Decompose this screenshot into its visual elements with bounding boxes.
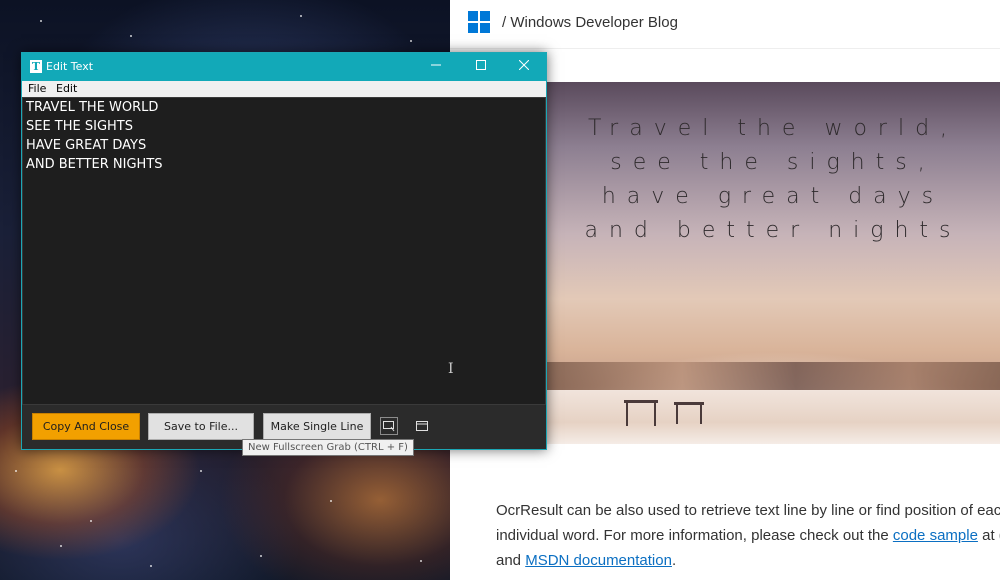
minimize-icon xyxy=(431,64,441,66)
pier xyxy=(624,400,658,403)
star xyxy=(260,555,262,557)
article-line-2: individual word. For more information, p… xyxy=(496,523,1000,548)
star xyxy=(150,565,152,567)
hero-shoreline xyxy=(546,362,1000,390)
fullscreen-grab-tooltip: New Fullscreen Grab (CTRL + F) xyxy=(242,439,414,456)
app-icon: T xyxy=(30,60,42,73)
title-bar[interactable]: T Edit Text xyxy=(22,53,546,81)
pier-post xyxy=(700,402,702,424)
pier-post xyxy=(626,400,628,426)
text-cursor-icon: I xyxy=(448,361,454,377)
star xyxy=(410,40,412,42)
window-grab-button[interactable] xyxy=(414,419,430,433)
star xyxy=(130,35,132,37)
menu-file[interactable]: File xyxy=(28,82,46,95)
hero-water xyxy=(546,390,1000,444)
window-icon xyxy=(416,421,428,431)
star xyxy=(15,470,17,472)
star xyxy=(90,520,92,522)
star xyxy=(420,560,422,562)
star xyxy=(60,545,62,547)
copy-and-close-button[interactable]: Copy And Close xyxy=(32,413,140,440)
menu-edit[interactable]: Edit xyxy=(56,82,77,95)
window-title: Edit Text xyxy=(46,60,94,73)
text-line-1: TRAVEL THE WORLD xyxy=(26,100,159,115)
screen-grab-icon xyxy=(383,421,395,432)
minimize-button[interactable] xyxy=(414,53,458,81)
msdn-documentation-link[interactable]: MSDN documentation xyxy=(525,552,672,569)
close-button[interactable] xyxy=(502,53,546,81)
article-line-1: OcrResult can be also used to retrieve t… xyxy=(496,502,1000,519)
windows-logo-icon[interactable] xyxy=(468,11,490,33)
text-line-4: AND BETTER NIGHTS xyxy=(26,157,163,172)
star xyxy=(300,15,302,17)
maximize-button[interactable] xyxy=(459,53,503,81)
article-text: . xyxy=(671,552,677,569)
maximize-icon xyxy=(476,60,486,70)
article-text: and xyxy=(496,552,526,569)
blog-title[interactable]: / Windows Developer Blog xyxy=(502,14,678,31)
site-header: / Windows Developer Blog xyxy=(450,0,1000,49)
hero-text-line-2: see the sights, xyxy=(610,150,936,175)
article-text: at ( xyxy=(982,527,1000,544)
text-line-2: SEE THE SIGHTS xyxy=(26,119,134,134)
fullscreen-grab-button[interactable] xyxy=(380,417,398,435)
edit-text-window: T Edit Text File Edit TRAVEL THE WORLD S… xyxy=(21,52,547,450)
article-paragraph: OcrResult can be also used to retrieve t… xyxy=(496,498,1000,573)
menu-bar: File Edit xyxy=(22,81,546,97)
code-sample-link[interactable]: code sample xyxy=(893,527,978,544)
hero-image: Travel the world, see the sights, have g… xyxy=(546,82,1000,444)
article-text: individual word. For more information, p… xyxy=(496,527,893,544)
hero-text-line-1: Travel the world, xyxy=(587,116,959,141)
hero-text-line-4: and better nights xyxy=(584,218,962,243)
pier-post xyxy=(654,400,656,426)
hero-text-line-3: have great days xyxy=(601,184,945,209)
text-line-3: HAVE GREAT DAYS xyxy=(26,138,147,153)
close-icon xyxy=(518,59,530,71)
pier-post xyxy=(676,402,678,424)
make-single-line-button[interactable]: Make Single Line xyxy=(263,413,371,440)
article-line-3: and MSDN documentation. xyxy=(496,548,1000,573)
star xyxy=(200,470,202,472)
star xyxy=(40,20,42,22)
text-editor[interactable]: TRAVEL THE WORLD SEE THE SIGHTS HAVE GRE… xyxy=(22,97,546,405)
save-to-file-button[interactable]: Save to File... xyxy=(148,413,254,440)
star xyxy=(330,500,332,502)
